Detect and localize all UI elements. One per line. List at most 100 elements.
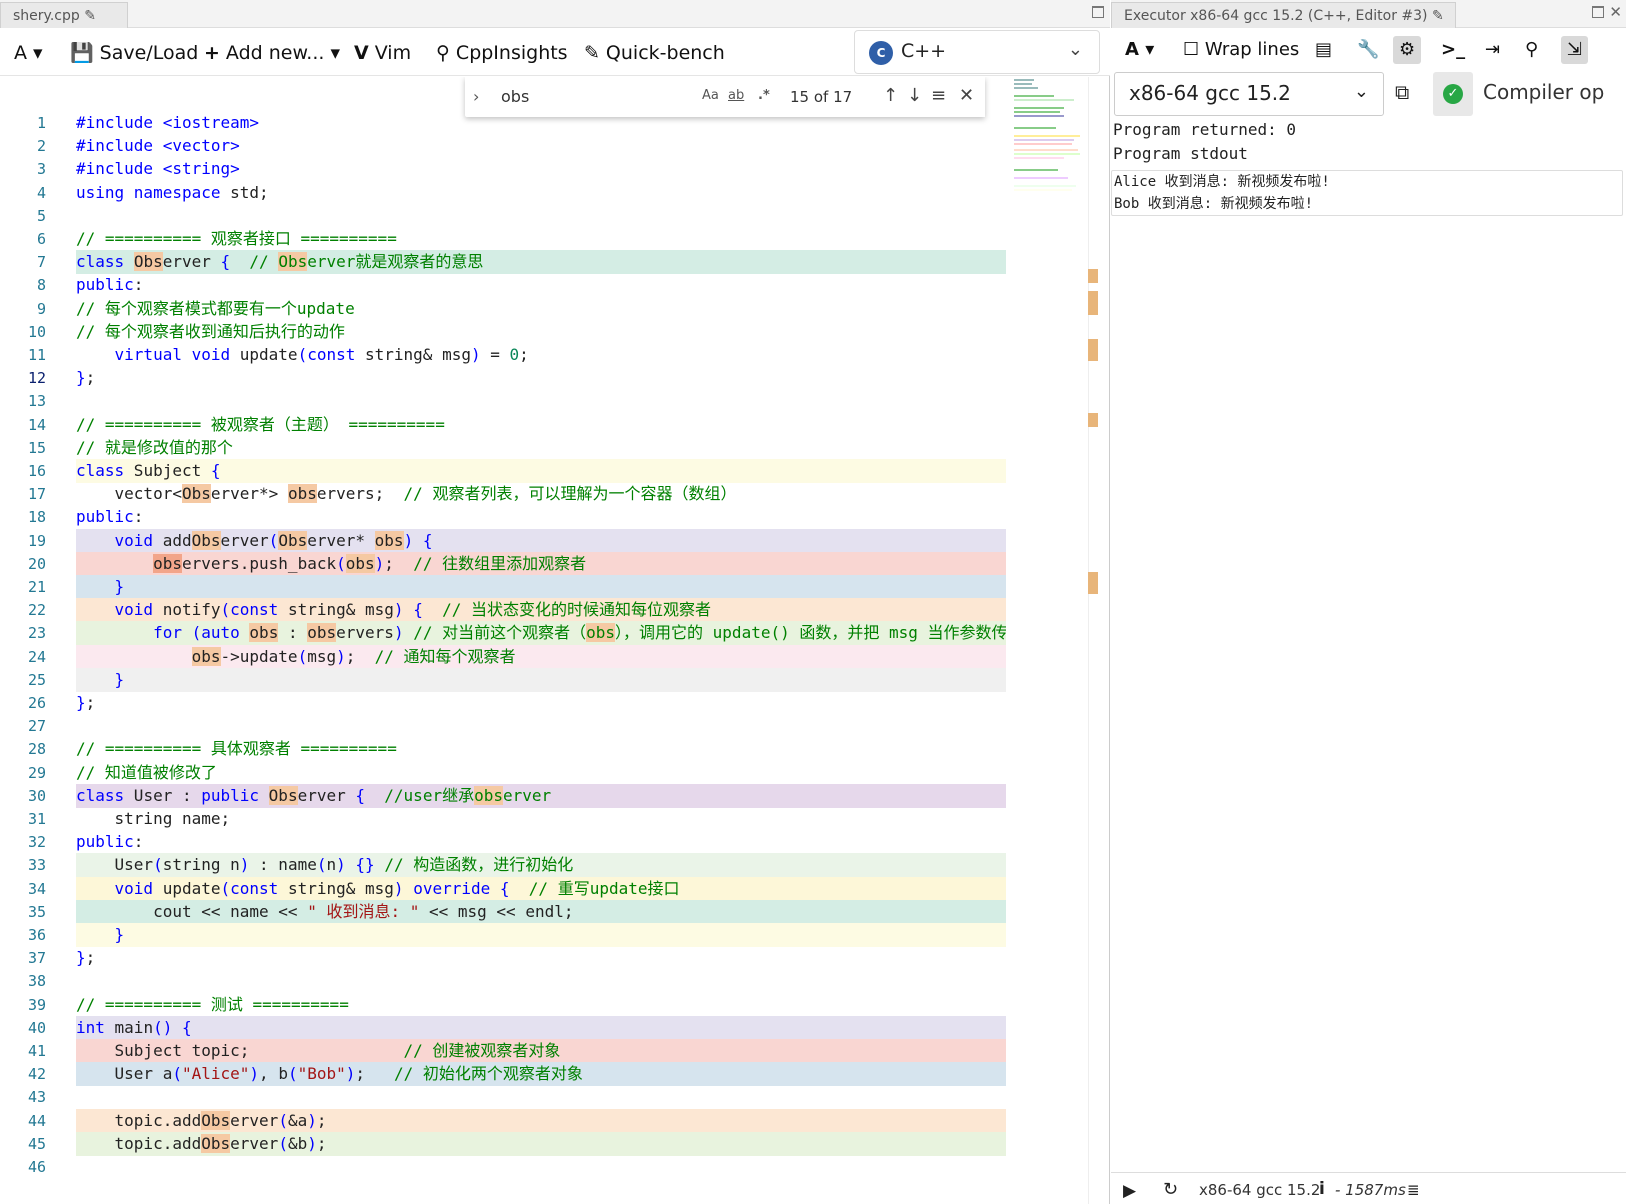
code-line[interactable]: class Observer { // Observer就是观察者的意思 [76,250,1006,275]
refresh-icon[interactable]: ↻ [1163,1179,1178,1200]
save-load-button[interactable]: 💾 Save/Load [70,40,198,66]
code-line[interactable]: cout << name << " 收到消息: " << msg << endl… [76,899,1006,924]
code-line[interactable]: // ========== 测试 ========== [76,993,1006,1017]
editor-tab[interactable]: shery.cpp ✎ [0,2,128,28]
editor-pane: shery.cpp ✎ A ▾ 💾 Save/Load + Add new... ▾… [0,0,1110,1204]
code-area[interactable]: #include <iostream> #include <vector> #inc… [76,77,1006,1204]
code-line[interactable]: void update(const string& msg) override … [76,876,1006,901]
run-icon[interactable]: ▶ [1123,1181,1136,1201]
whole-word-toggle[interactable]: ab [728,88,744,103]
compiler-select-row: x86-64 gcc 15.2 ⌄ ⧉ ✓ Compiler op [1111,70,1626,120]
editor-scrollbar[interactable] [1088,77,1102,1204]
line-number: 25 [27,670,46,689]
execution-output: Program returned: 0 Program stdout Alice… [1111,118,1626,1158]
match-case-toggle[interactable]: Aa [702,88,719,103]
find-in-selection-icon[interactable]: ≡ [931,85,946,106]
executor-status-bar: ▶ ↻ x86-64 gcc 15.2 i - 1587ms ≣ [1111,1172,1626,1204]
pin-icon: ✎ [584,42,600,64]
code-line[interactable]: using namespace std; [76,181,1006,205]
terminal-icon[interactable]: >_ [1441,36,1465,64]
code-line[interactable]: class Subject { [76,459,1006,483]
book-icon[interactable]: ▤ [1315,36,1332,64]
code-line[interactable]: }; [76,691,1006,715]
minimap[interactable] [1010,77,1090,197]
wrench-icon[interactable]: 🔧 [1357,36,1379,64]
sign-out-icon[interactable]: ⇲ [1561,36,1589,64]
search-icon[interactable]: ⚲ [1525,36,1538,64]
code-line[interactable]: public: [76,273,1006,297]
line-number: 9 [36,299,46,318]
popout-icon[interactable]: ⧉ [1395,80,1409,104]
maximize-icon[interactable] [1592,6,1604,18]
code-line[interactable]: // 每个观察者收到通知后执行的动作 [76,320,1006,344]
next-match-icon[interactable]: ↓ [907,85,922,106]
code-line[interactable]: vector<Observer*> observers; // 观察者列表，可以… [76,482,1006,506]
font-size-button[interactable]: A ▾ [14,40,43,66]
code-line[interactable]: void addObserver(Observer* obs) { [76,528,1006,553]
code-line[interactable]: public: [76,830,1006,854]
code-line[interactable]: for (auto obs : observers) // 对当前这个观察者（o… [76,621,1006,646]
line-number: 20 [27,554,46,573]
find-input[interactable]: obs [495,83,765,111]
code-line[interactable] [76,389,1006,413]
code-line[interactable]: // 就是修改值的那个 [76,436,1006,460]
compile-status[interactable]: ✓ [1433,72,1473,116]
code-line[interactable] [76,1085,1006,1109]
vim-button[interactable]: V Vim [354,40,411,66]
code-line[interactable]: } [76,575,1006,599]
editor-toolbar: A ▾ 💾 Save/Load + Add new... ▾ V Vim ⚲ CppIn… [0,28,1110,76]
code-line[interactable]: } [76,667,1006,692]
code-line[interactable]: void notify(const string& msg) { // 当状态变… [76,598,1006,623]
code-line[interactable]: User(string n) : name(n) {} // 构造函数，进行初始… [76,853,1006,878]
code-line[interactable]: string name; [76,807,1006,831]
code-line[interactable]: // ========== 观察者接口 ========== [76,227,1006,251]
code-line[interactable]: } [76,923,1006,947]
code-line[interactable]: #include <string> [76,157,1006,181]
close-pane-icon[interactable]: ✕ [1609,3,1622,21]
close-find-icon[interactable]: ✕ [959,85,974,106]
cppinsights-button[interactable]: ⚲ CppInsights [436,40,568,66]
code-line[interactable] [76,969,1006,993]
code-line[interactable]: User a("Alice"), b("Bob"); // 初始化两个观察者对象 [76,1062,1006,1087]
compiler-select[interactable]: x86-64 gcc 15.2 ⌄ [1114,72,1384,116]
code-line[interactable]: obs->update(msg); // 通知每个观察者 [76,644,1006,669]
code-line[interactable]: }; [76,366,1006,390]
magnifier-icon: ⚲ [436,42,450,64]
code-line[interactable]: class User : public Observer { //user继承o… [76,783,1006,808]
code-line[interactable]: topic.addObserver(&a); [76,1108,1006,1133]
code-line[interactable]: // ========== 具体观察者 ========== [76,737,1006,761]
add-new-button[interactable]: + Add new... ▾ [204,40,340,66]
code-line[interactable]: observers.push_back(obs); // 往数组里添加观察者 [76,551,1006,576]
code-line[interactable] [76,714,1006,738]
code-editor[interactable]: 1 2 3 4 5 6 7 8 9 10 11 12 13 14 15 16 17 18 19 20 21 22 23 24 2… [0,77,1110,1204]
language-select[interactable]: C C++ ⌄ [854,30,1100,74]
code-line[interactable]: }; [76,946,1006,970]
code-line[interactable] [76,204,1006,228]
code-line[interactable]: Subject topic; // 创建被观察者对象 [76,1039,1006,1063]
line-number: 28 [27,740,46,759]
gears-icon[interactable]: ⚙ [1393,36,1422,64]
executor-tab[interactable]: Executor x86-64 gcc 15.2 (C++, Editor #3… [1111,2,1456,28]
regex-toggle[interactable]: .* [758,88,770,103]
quickbench-button[interactable]: ✎ Quick-bench [584,40,725,66]
code-line[interactable]: public: [76,505,1006,529]
code-line[interactable]: // 知道值被修改了 [76,761,1006,785]
toggle-replace-icon[interactable]: › [473,87,479,106]
sign-in-icon[interactable]: ⇥ [1485,36,1500,64]
code-line[interactable]: #include <vector> [76,134,1006,158]
code-line[interactable]: // 每个观察者模式都要有一个update [76,297,1006,321]
code-line[interactable]: topic.addObserver(&b); [76,1131,1006,1156]
compiler-options-input[interactable]: Compiler op [1483,80,1604,104]
code-line[interactable] [76,1155,1006,1179]
font-size-button[interactable]: A ▾ [1125,36,1154,64]
code-line[interactable]: // ========== 被观察者（主题） ========== [76,413,1006,437]
code-line[interactable]: int main() { [76,1015,1006,1040]
stats-icon[interactable]: ≣ [1407,1181,1420,1199]
maximize-icon[interactable] [1092,6,1104,18]
code-line[interactable]: virtual void update(const string& msg) =… [76,343,1006,367]
info-icon[interactable]: i [1319,1179,1325,1199]
line-number: 40 [27,1018,46,1037]
editor-tab-bar: shery.cpp ✎ [0,0,1110,28]
wrap-lines-toggle[interactable]: ☐ Wrap lines [1183,36,1299,64]
previous-match-icon[interactable]: ↑ [883,85,898,106]
